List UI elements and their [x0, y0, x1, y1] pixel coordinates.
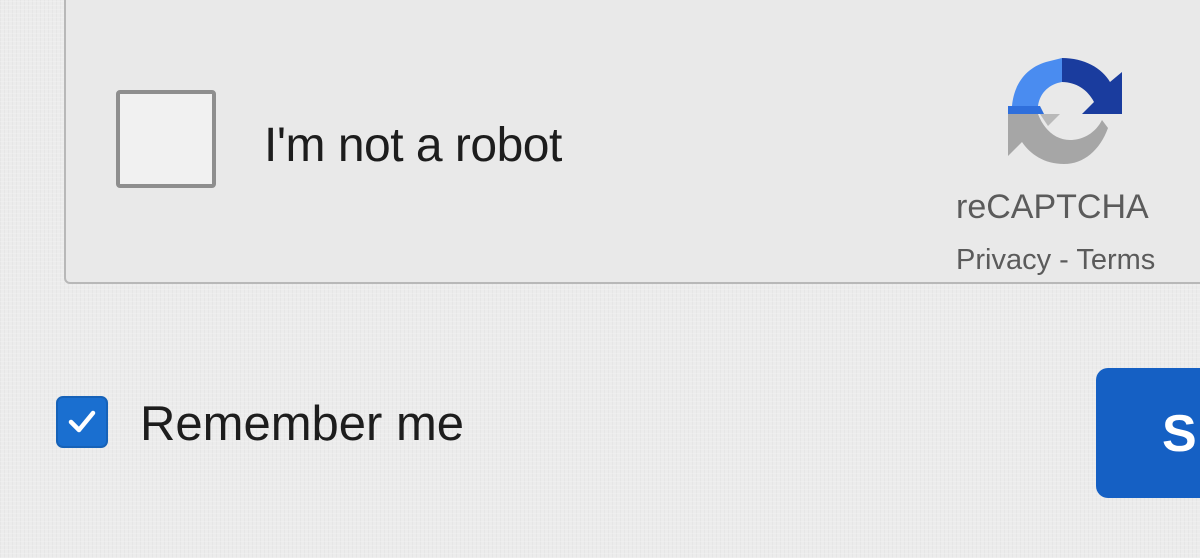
submit-button[interactable]: S: [1096, 368, 1200, 498]
link-separator: -: [1051, 244, 1077, 276]
remember-me-checkbox[interactable]: [56, 396, 108, 448]
remember-me-label: Remember me: [140, 397, 465, 451]
recaptcha-links: Privacy - Terms: [956, 244, 1155, 277]
recaptcha-brand-text: reCAPTCHA: [956, 188, 1149, 226]
checkmark-icon: [68, 410, 96, 433]
not-a-robot-checkbox[interactable]: [116, 90, 216, 188]
recaptcha-logo-icon: [1008, 58, 1122, 164]
not-a-robot-label: I'm not a robot: [264, 119, 562, 172]
privacy-link[interactable]: Privacy: [956, 244, 1051, 276]
terms-link[interactable]: Terms: [1076, 244, 1155, 276]
